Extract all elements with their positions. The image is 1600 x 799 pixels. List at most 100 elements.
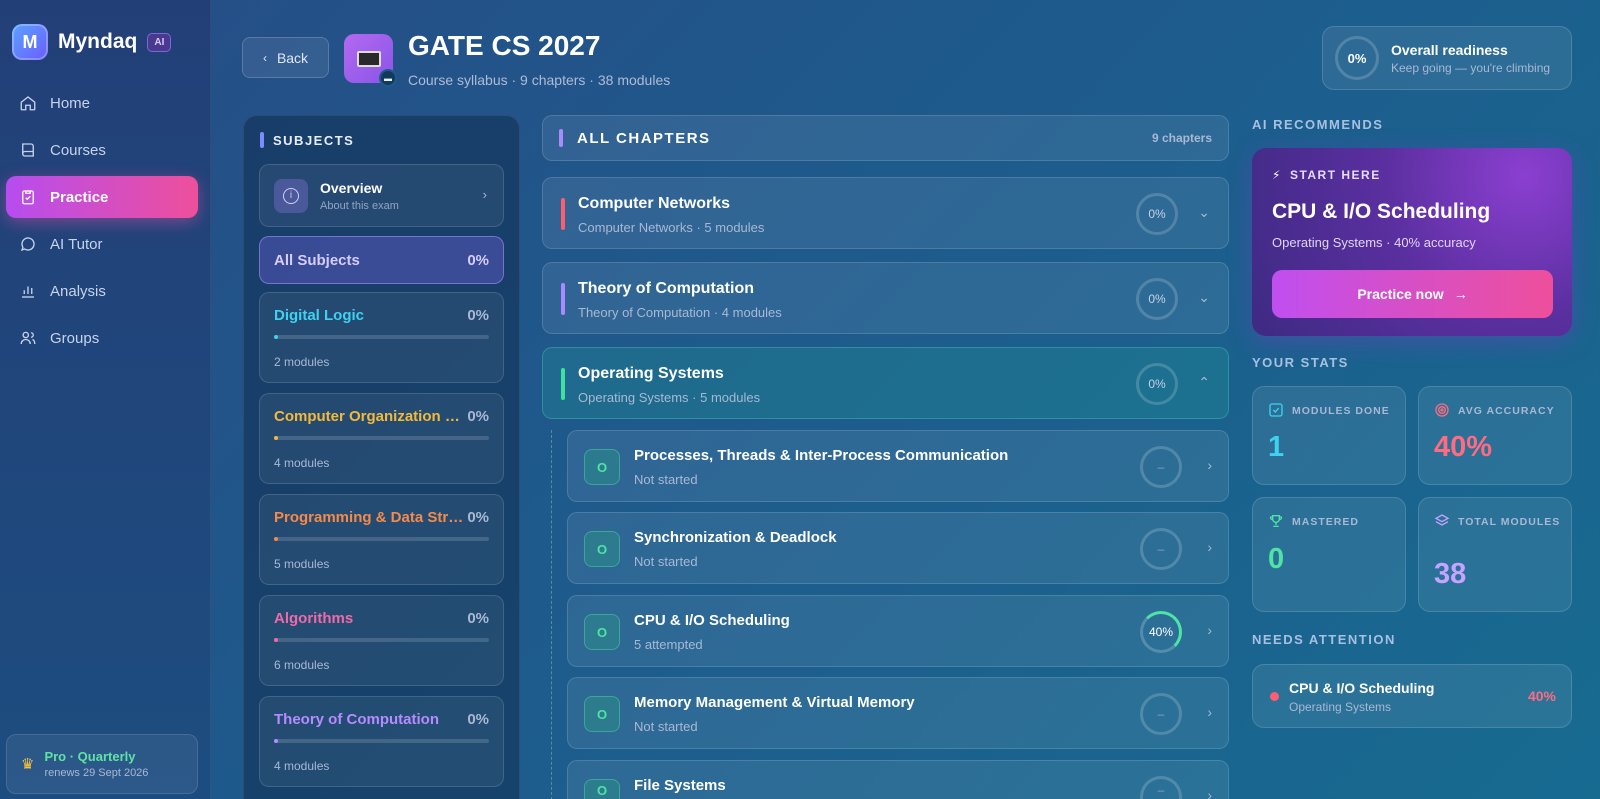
trophy-icon — [1269, 515, 1283, 527]
practice-now-button[interactable]: Practice now → — [1272, 270, 1553, 318]
chapter-accent — [561, 368, 565, 400]
overview-sub: About this exam — [320, 199, 399, 212]
module-name: CPU & I/O Scheduling — [634, 612, 790, 629]
stat-value: 38 — [1434, 558, 1467, 590]
subject-progress-fill — [274, 739, 278, 743]
module-score-ring: – — [1140, 446, 1182, 488]
module-badge: O — [584, 531, 620, 567]
sidebar-item-ai-tutor[interactable]: AI Tutor — [6, 223, 198, 265]
module-name: File Systems — [634, 777, 726, 794]
sidebar-item-home[interactable]: Home — [6, 82, 198, 124]
readiness-sub: Keep going — you're climbing — [1391, 60, 1551, 75]
chevron-right-icon: › — [1207, 622, 1212, 638]
module-row[interactable]: O CPU & I/O Scheduling 5 attempted 40% › — [567, 595, 1229, 667]
module-badge: O — [584, 449, 620, 485]
module-name: Processes, Threads & Inter-Process Commu… — [634, 447, 1009, 464]
all-subjects-label: All Subjects — [274, 251, 360, 269]
chevron-down-icon: ⌄ — [1198, 204, 1210, 220]
module-badge: O — [584, 779, 620, 799]
plan-title: Pro · Quarterly — [44, 749, 136, 764]
chapters-heading: ALL CHAPTERS — [577, 129, 711, 147]
subject-pct: 0% — [467, 711, 489, 728]
stat-total-modules: TOTAL MODULES 38 — [1418, 497, 1572, 612]
brand[interactable]: M Myndaq AI — [12, 24, 172, 60]
module-row[interactable]: O Synchronization & Deadlock Not started… — [567, 512, 1229, 584]
subject-progress-fill — [274, 638, 278, 642]
readiness-card: 0% Overall readiness Keep going — you're… — [1322, 26, 1572, 90]
ai-recommends-heading: AI RECOMMENDS — [1252, 117, 1384, 132]
chapter-sub: Operating Systems · 5 modules — [578, 390, 761, 405]
module-status: Not started — [634, 719, 698, 734]
stat-label: MASTERED — [1292, 516, 1359, 528]
module-row[interactable]: O File Systems – › — [567, 760, 1229, 799]
sidebar-nav: Home Courses Practice AI Tutor Analysis … — [6, 82, 198, 364]
chapter-row[interactable]: Computer Networks Computer Networks · 5 … — [542, 177, 1229, 249]
chapter-row[interactable]: Theory of Computation Theory of Computat… — [542, 262, 1229, 334]
module-row[interactable]: O Memory Management & Virtual Memory Not… — [567, 677, 1229, 749]
chevron-right-icon: › — [1207, 539, 1212, 555]
needs-attention-heading: NEEDS ATTENTION — [1252, 632, 1396, 647]
attention-item[interactable]: CPU & I/O Scheduling Operating Systems 4… — [1252, 664, 1572, 728]
stat-value: 0 — [1268, 543, 1285, 575]
subjects-panel: SUBJECTS i Overview About this exam › Al… — [243, 115, 520, 799]
subject-progress-bar — [274, 638, 489, 642]
users-icon — [20, 331, 36, 345]
sidebar-item-courses[interactable]: Courses — [6, 129, 198, 171]
plan-card[interactable]: ♛ Pro · Quarterly renews 29 Sept 2026 — [6, 734, 198, 794]
check-square-icon — [1269, 403, 1283, 417]
subject-progress-fill — [274, 537, 278, 541]
plan-renewal: renews 29 Sept 2026 — [44, 767, 149, 779]
stat-label: TOTAL MODULES — [1458, 516, 1561, 528]
stat-value: 1 — [1268, 431, 1285, 463]
subject-card[interactable]: Computer Organization … 0% 4 modules — [259, 393, 504, 484]
subject-modules: 4 modules — [274, 456, 330, 470]
brand-name: Myndaq — [58, 30, 138, 53]
heading-accent — [260, 132, 264, 148]
subject-modules: 2 modules — [274, 355, 330, 369]
module-score-ring: – — [1140, 776, 1182, 799]
back-button[interactable]: ‹ Back — [242, 37, 329, 78]
chapters-header: ALL CHAPTERS 9 chapters — [542, 115, 1229, 161]
sidebar-item-label: Analysis — [50, 282, 106, 300]
chapter-progress-ring: 0% — [1136, 363, 1178, 405]
module-row[interactable]: O Processes, Threads & Inter-Process Com… — [567, 430, 1229, 502]
subject-card[interactable]: Theory of Computation 0% 4 modules — [259, 696, 504, 787]
layers-icon — [1434, 514, 1450, 526]
page-title: GATE CS 2027 — [408, 30, 601, 61]
module-status: Not started — [634, 472, 698, 487]
book-icon — [22, 143, 34, 157]
chapter-progress-ring: 0% — [1136, 193, 1178, 235]
subject-card[interactable]: Digital Logic 0% 2 modules — [259, 292, 504, 383]
chevron-down-icon: ⌄ — [1198, 289, 1210, 305]
all-subjects-pct: 0% — [467, 251, 489, 269]
home-icon — [20, 96, 36, 111]
sidebar-item-groups[interactable]: Groups — [6, 317, 198, 359]
subject-progress-bar — [274, 335, 489, 339]
subjects-heading-label: SUBJECTS — [273, 132, 355, 148]
sidebar-item-practice[interactable]: Practice — [6, 176, 198, 218]
sidebar-item-label: Home — [50, 94, 91, 112]
chapter-name: Operating Systems — [578, 365, 724, 382]
course-icon: ▬ — [344, 34, 397, 87]
chapter-name: Computer Networks — [578, 195, 731, 212]
sidebar-item-analysis[interactable]: Analysis — [6, 270, 198, 312]
subject-card[interactable]: Programming & Data Str… 0% 5 modules — [259, 494, 504, 585]
subject-card[interactable]: Algorithms 0% 6 modules — [259, 595, 504, 686]
target-icon — [1435, 403, 1449, 417]
subject-progress-bar — [274, 739, 489, 743]
module-name: Synchronization & Deadlock — [634, 529, 837, 546]
ai-badge: AI — [147, 32, 172, 52]
heading-accent — [559, 129, 563, 147]
overview-title: Overview — [320, 179, 383, 196]
subject-name: Digital Logic — [274, 307, 364, 324]
stat-value: 40% — [1434, 431, 1493, 463]
chapter-row[interactable]: Operating Systems Operating Systems · 5 … — [542, 347, 1229, 419]
chapter-accent — [561, 283, 565, 315]
overview-item[interactable]: i Overview About this exam › — [259, 164, 504, 227]
crown-icon: ♛ — [21, 756, 35, 773]
stat-modules-done: MODULES DONE 1 — [1252, 386, 1406, 485]
all-subjects-item[interactable]: All Subjects 0% — [259, 236, 504, 284]
alert-dot — [1270, 692, 1279, 701]
laptop-icon — [356, 50, 381, 67]
module-score-ring: 40% — [1140, 611, 1182, 653]
